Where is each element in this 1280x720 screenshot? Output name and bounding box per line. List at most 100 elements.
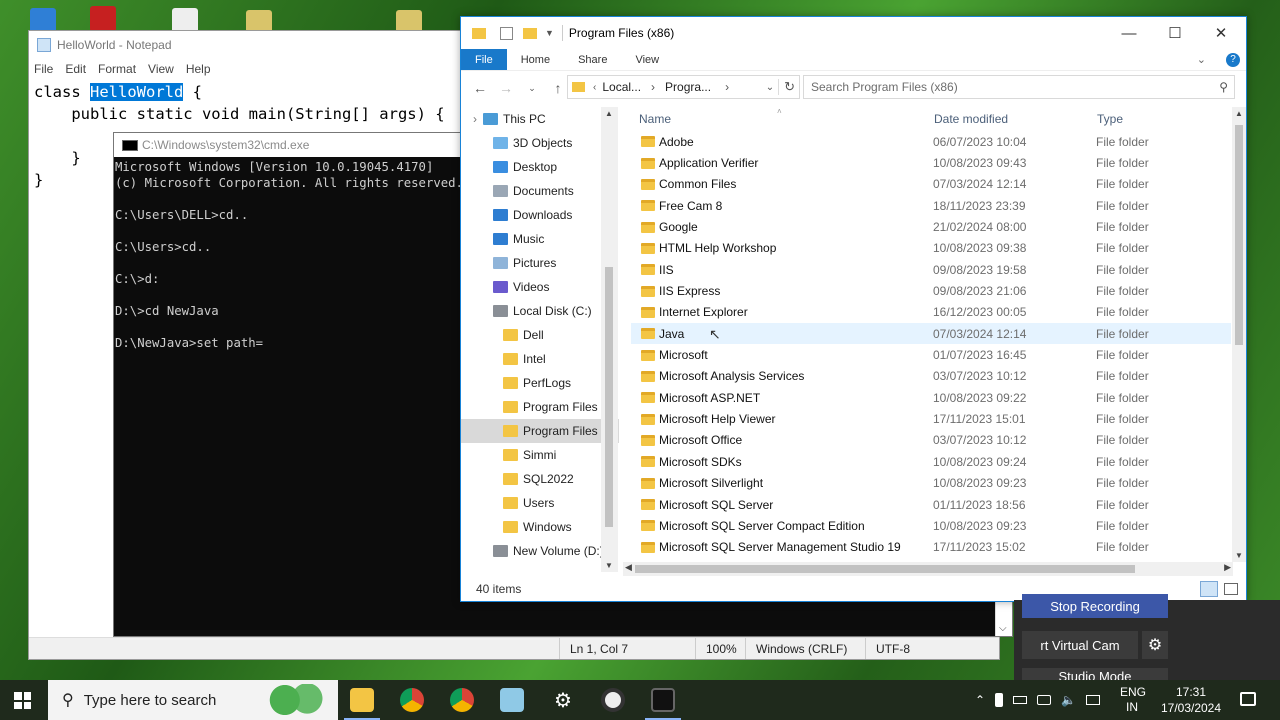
desktop-icon-2[interactable] <box>90 6 116 32</box>
chevron-right-icon[interactable]: › <box>473 112 477 126</box>
chevron-up-icon[interactable]: ⌃ <box>975 693 985 707</box>
tab-view[interactable]: View <box>621 49 673 70</box>
gear-icon[interactable]: ⚙ <box>1142 631 1168 659</box>
chevron-right-icon[interactable]: ▶ <box>1224 562 1231 573</box>
details-view-icon[interactable] <box>1200 581 1218 597</box>
file-row[interactable]: Internet Explorer 16/12/2023 00:05 File fo… <box>631 302 1231 323</box>
explorer-window[interactable]: ▼ Program Files (x86) — ☐ ✕ File Home Sh… <box>460 16 1247 602</box>
chevron-down-icon[interactable]: ▼ <box>605 561 613 570</box>
nav-item[interactable]: New Volume (D:) <box>461 539 619 563</box>
file-list[interactable]: Name ˄ Date modified Type Adobe 06/07/202… <box>631 107 1231 572</box>
horizontal-scrollbar[interactable]: ◀ ▶ <box>623 562 1233 576</box>
file-row[interactable]: Microsoft Office 03/07/2023 10:12 File fol… <box>631 430 1231 451</box>
file-row[interactable]: Microsoft Silverlight 10/08/2023 09:23 Fil… <box>631 473 1231 494</box>
file-row[interactable]: Common Files 07/03/2024 12:14 File folder <box>631 174 1231 195</box>
chevron-right-icon[interactable]: › <box>651 80 655 94</box>
navigation-pane[interactable]: › This PC 3D Objects Desktop Documents Downlo… <box>461 107 619 572</box>
settings-icon[interactable]: ⚙ <box>551 688 575 712</box>
nav-item[interactable]: Music <box>461 227 619 251</box>
help-icon[interactable]: ? <box>1220 49 1246 70</box>
file-row[interactable]: Adobe 06/07/2023 10:04 File folder <box>631 131 1231 152</box>
chevron-down-icon[interactable]: ⌄ <box>1183 49 1220 70</box>
minimize-button[interactable]: — <box>1106 17 1152 49</box>
notifications-icon[interactable] <box>1240 692 1256 706</box>
column-name[interactable]: Name <box>639 112 671 126</box>
notepad-taskbar-icon[interactable] <box>500 688 524 712</box>
nav-scrollbar[interactable]: ▲ ▼ <box>601 107 618 572</box>
nav-item[interactable]: Local Disk (C:) <box>461 299 619 323</box>
nav-item[interactable]: Desktop <box>461 155 619 179</box>
column-date[interactable]: Date modified <box>934 112 1008 126</box>
nav-item[interactable]: SQL2022 <box>461 467 619 491</box>
chevron-up-icon[interactable]: ▲ <box>1235 109 1243 118</box>
forward-icon[interactable]: → <box>493 80 519 96</box>
menu-view[interactable]: View <box>148 62 174 76</box>
camera-icon[interactable] <box>1086 695 1101 705</box>
file-row[interactable]: Microsoft ASP.NET 10/08/2023 09:22 File fo… <box>631 387 1231 408</box>
chevron-down-icon[interactable]: ▼ <box>1235 551 1243 560</box>
breadcrumb-local[interactable]: Local... <box>602 80 641 94</box>
file-row[interactable]: Microsoft 01/07/2023 16:45 File folder <box>631 344 1231 365</box>
clock[interactable]: 17:31 17/03/2024 <box>1158 680 1224 720</box>
nav-scroll-thumb[interactable] <box>605 267 613 527</box>
file-row[interactable]: HTML Help Workshop 10/08/2023 09:38 File f… <box>631 238 1231 259</box>
nav-item[interactable]: Program Files <box>461 395 619 419</box>
file-row[interactable]: Microsoft SQL Server 01/11/2023 18:56 File… <box>631 494 1231 515</box>
file-row[interactable]: Free Cam 8 18/11/2023 23:39 File folder <box>631 195 1231 216</box>
nav-item[interactable]: Program Files ( <box>461 419 619 443</box>
file-row[interactable]: Microsoft SQL Server Management Studio 1… <box>631 537 1231 558</box>
back-icon[interactable]: ← <box>467 80 493 96</box>
tab-file[interactable]: File <box>461 49 507 70</box>
dropdown-icon[interactable]: ⌄ <box>766 82 774 93</box>
new-folder-icon[interactable] <box>523 27 537 39</box>
search-icon[interactable]: ⚲ <box>1219 80 1228 94</box>
phone-icon[interactable] <box>995 693 1004 707</box>
cmd-taskbar-icon[interactable] <box>651 688 675 712</box>
refresh-icon[interactable]: ↻ <box>778 79 795 95</box>
menu-help[interactable]: Help <box>186 62 211 76</box>
nav-item[interactable]: Users <box>461 491 619 515</box>
tiles-view-icon[interactable] <box>1224 583 1238 595</box>
network-icon[interactable] <box>1037 695 1052 705</box>
tab-home[interactable]: Home <box>507 49 564 70</box>
file-row[interactable]: Microsoft SDKs 10/08/2023 09:24 File folde… <box>631 451 1231 472</box>
language-indicator[interactable]: ENG IN <box>1120 680 1146 720</box>
chevron-up-icon[interactable]: ▲ <box>605 109 613 118</box>
studio-mode-button[interactable]: Studio Mode <box>1022 668 1168 680</box>
column-type[interactable]: Type <box>1097 112 1123 126</box>
list-scroll-thumb[interactable] <box>1235 125 1243 345</box>
nav-item[interactable]: 3D Objects <box>461 131 619 155</box>
file-row[interactable]: Google 21/02/2024 08:00 File folder <box>631 216 1231 237</box>
chevron-left-icon[interactable]: ◀ <box>625 562 632 573</box>
file-row[interactable]: Microsoft Help Viewer 17/11/2023 15:01 Fil… <box>631 408 1231 429</box>
obs-icon[interactable] <box>601 688 625 712</box>
chrome-icon[interactable] <box>400 688 424 712</box>
chrome-icon-2[interactable] <box>450 688 474 712</box>
breadcrumb-program[interactable]: Progra... <box>665 80 711 94</box>
nav-item[interactable]: Intel <box>461 347 619 371</box>
close-button[interactable]: ✕ <box>1198 17 1244 49</box>
stop-recording-button[interactable]: Stop Recording <box>1022 594 1168 618</box>
properties-icon[interactable] <box>500 26 513 40</box>
recent-locations-icon[interactable]: ⌄ <box>519 83 545 94</box>
taskbar-search[interactable]: ⚲ Type here to search <box>48 680 338 720</box>
nav-item[interactable]: Pictures <box>461 251 619 275</box>
address-bar[interactable]: ‹ Local... › Progra... › ⌄ ↻ <box>567 75 800 99</box>
battery-icon[interactable] <box>1013 696 1028 704</box>
maximize-button[interactable]: ☐ <box>1152 17 1198 49</box>
menu-file[interactable]: File <box>34 62 53 76</box>
chevron-down-icon[interactable]: ⌵ <box>999 623 1007 634</box>
file-row[interactable]: IIS Express 09/08/2023 21:06 File folder <box>631 280 1231 301</box>
explorer-titlebar[interactable]: ▼ Program Files (x86) — ☐ ✕ <box>461 17 1246 49</box>
menu-format[interactable]: Format <box>98 62 136 76</box>
chevron-down-icon[interactable]: ▼ <box>545 28 554 38</box>
nav-item[interactable]: Dell <box>461 323 619 347</box>
virtual-cam-button[interactable]: rt Virtual Cam <box>1022 631 1138 659</box>
nav-item[interactable]: Documents <box>461 179 619 203</box>
h-scroll-thumb[interactable] <box>635 565 1135 573</box>
nav-item[interactable]: Downloads <box>461 203 619 227</box>
file-row[interactable]: Application Verifier 10/08/2023 09:43 File… <box>631 152 1231 173</box>
nav-item[interactable]: Simmi <box>461 443 619 467</box>
file-explorer-icon[interactable] <box>350 688 374 712</box>
file-row[interactable]: Java 07/03/2024 12:14 File folder ↖ <box>631 323 1231 345</box>
